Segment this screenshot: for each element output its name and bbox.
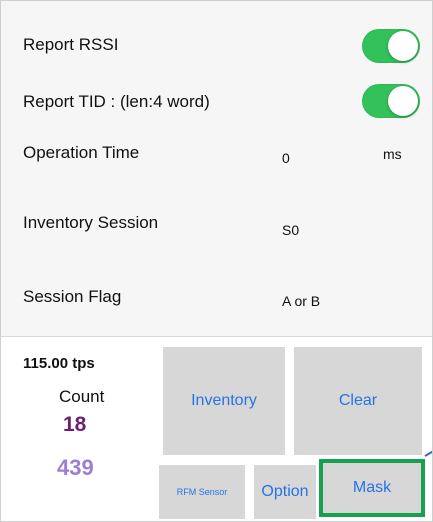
report-rssi-label: Report RSSI	[23, 35, 119, 54]
pointer-mark	[424, 450, 432, 457]
operation-time-unit: ms	[383, 146, 402, 162]
toggle-knob	[388, 31, 418, 61]
option-button[interactable]: Option	[254, 465, 316, 519]
stats-panel: 115.00 tps Count 18 439	[1, 337, 161, 521]
clear-button-label: Clear	[338, 392, 378, 409]
option-button-label: Option	[261, 483, 309, 500]
toggle-knob	[388, 86, 418, 116]
inventory-button[interactable]: Inventory	[163, 347, 285, 455]
total-read-count: 439	[57, 455, 94, 480]
session-flag-label: Session Flag	[23, 287, 122, 306]
operation-time-input[interactable]: 0	[282, 150, 290, 166]
inventory-session-select[interactable]: S0	[282, 222, 299, 238]
inventory-session-label: Inventory Session	[23, 213, 159, 232]
report-tid-label: Report TID : (len:4 word)	[23, 92, 210, 111]
settings-panel: Report RSSI Report TID : (len:4 word) Op…	[1, 1, 432, 336]
operation-time-label: Operation Time	[23, 143, 140, 162]
mask-button-label: Mask	[352, 479, 392, 496]
count-label: Count	[59, 387, 105, 406]
clear-button[interactable]: Clear	[294, 347, 422, 455]
unique-tag-count: 18	[63, 413, 87, 436]
report-tid-toggle[interactable]	[362, 84, 420, 118]
rfm-sensor-button-label: RFM Sensor	[176, 487, 228, 497]
app-screen: Report RSSI Report TID : (len:4 word) Op…	[0, 0, 433, 522]
read-rate: 115.00 tps	[23, 355, 95, 372]
rfm-sensor-button[interactable]: RFM Sensor	[159, 465, 245, 519]
mask-button[interactable]: Mask	[323, 463, 421, 513]
report-rssi-toggle[interactable]	[362, 29, 420, 63]
session-flag-select[interactable]: A or B	[282, 293, 320, 309]
inventory-button-label: Inventory	[191, 392, 257, 409]
